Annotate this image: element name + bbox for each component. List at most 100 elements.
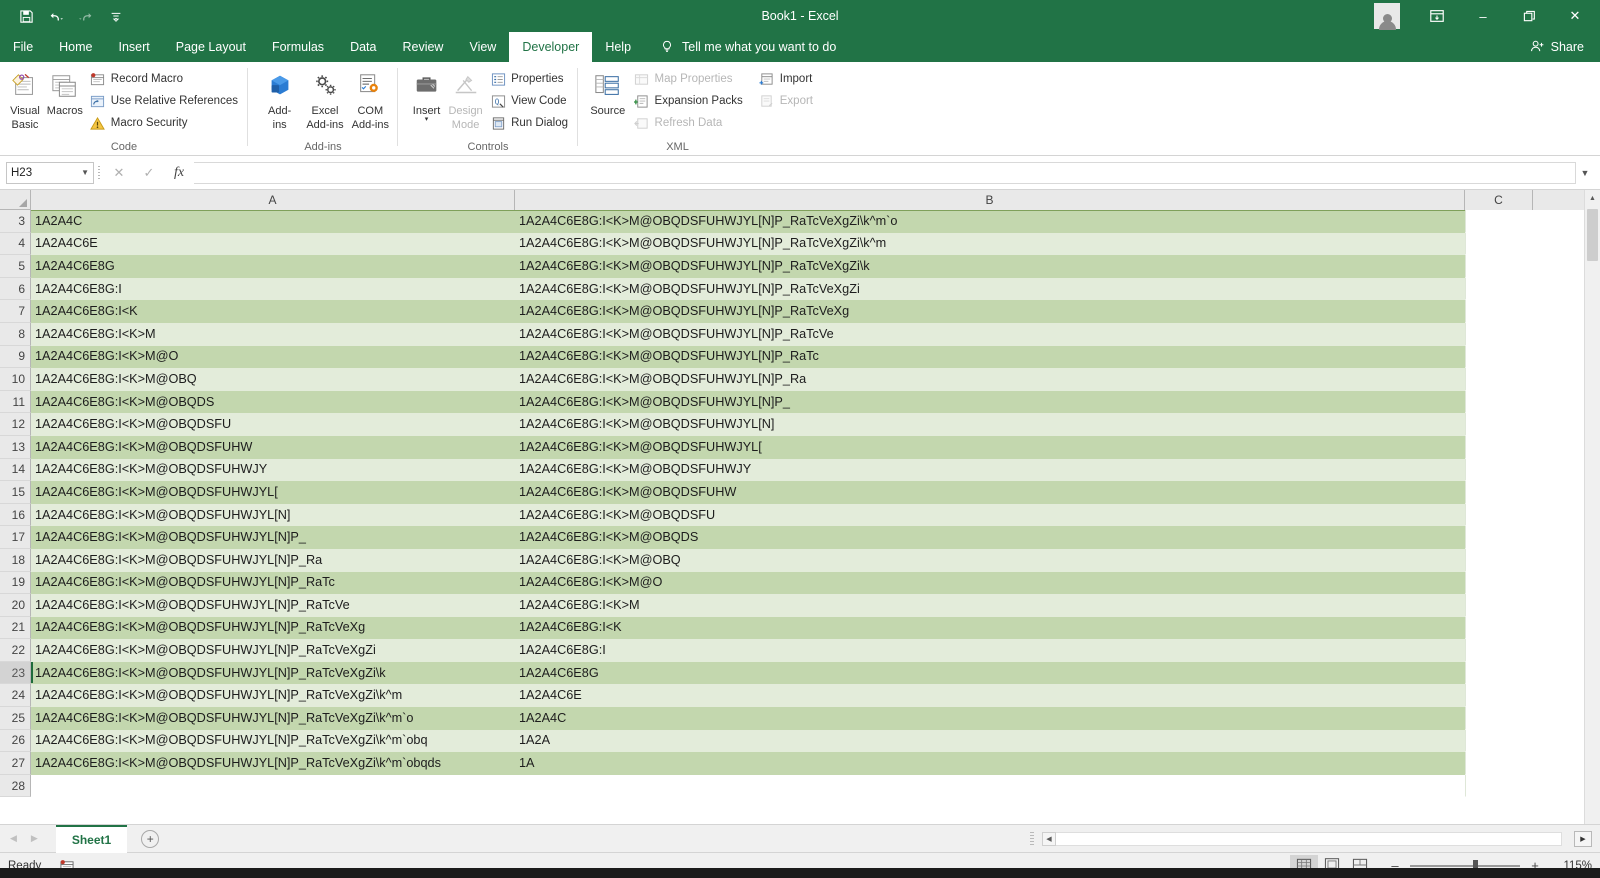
cell-c24[interactable] (1465, 684, 1533, 708)
cell-b18[interactable]: 1A2A4C6E8G:I<K>M@OBQ (515, 548, 1465, 572)
cell-a3[interactable]: 1A2A4C (31, 210, 515, 233)
cell-b28[interactable] (515, 774, 1465, 798)
row-header[interactable]: 28 (0, 774, 31, 798)
cell-b11[interactable]: 1A2A4C6E8G:I<K>M@OBQDSFUHWJYL[N]P_ (515, 390, 1465, 414)
insert-control-button[interactable]: Insert ▾ (408, 66, 445, 123)
cell-c28[interactable] (1465, 774, 1533, 798)
cell-a23[interactable]: 1A2A4C6E8G:I<K>M@OBQDSFUHWJYL[N]P_RaTcVe… (31, 661, 515, 685)
view-code-button[interactable]: Q View Code (486, 91, 572, 111)
row-header[interactable]: 8 (0, 322, 31, 346)
row-header[interactable]: 6 (0, 277, 31, 301)
cell-c14[interactable] (1465, 458, 1533, 482)
cell-a18[interactable]: 1A2A4C6E8G:I<K>M@OBQDSFUHWJYL[N]P_Ra (31, 548, 515, 572)
cell-a12[interactable]: 1A2A4C6E8G:I<K>M@OBQDSFU (31, 413, 515, 436)
cell-b15[interactable]: 1A2A4C6E8G:I<K>M@OBQDSFUHW (515, 481, 1465, 504)
cell-b26[interactable]: 1A2A (515, 729, 1465, 753)
cell-b17[interactable]: 1A2A4C6E8G:I<K>M@OBQDS (515, 526, 1465, 549)
row-header[interactable]: 12 (0, 413, 31, 436)
cell-c13[interactable] (1465, 435, 1533, 459)
avatar[interactable] (1374, 3, 1400, 30)
sheet-tab-sheet1[interactable]: Sheet1 (55, 824, 128, 853)
excel-add-ins-button[interactable]: Excel Add-ins (303, 66, 346, 131)
cell-c4[interactable] (1465, 232, 1533, 256)
cell-c23[interactable] (1465, 661, 1533, 685)
row-header[interactable]: 5 (0, 255, 31, 278)
run-dialog-button[interactable]: Run Dialog (486, 113, 572, 133)
cell-a26[interactable]: 1A2A4C6E8G:I<K>M@OBQDSFUHWJYL[N]P_RaTcVe… (31, 729, 515, 753)
cell-c6[interactable] (1465, 277, 1533, 301)
row-header[interactable]: 27 (0, 752, 31, 775)
row-header[interactable]: 18 (0, 548, 31, 572)
formula-input[interactable] (194, 161, 1576, 184)
expand-formula-bar-icon[interactable]: ▼ (1576, 162, 1594, 184)
cell-c21[interactable] (1465, 616, 1533, 640)
tab-file[interactable]: File (0, 32, 47, 62)
cell-b5[interactable]: 1A2A4C6E8G:I<K>M@OBQDSFUHWJYL[N]P_RaTcVe… (515, 255, 1465, 278)
cell-c15[interactable] (1465, 481, 1533, 504)
tab-view[interactable]: View (456, 32, 509, 62)
cell-c19[interactable] (1465, 571, 1533, 595)
vertical-scroll-thumb[interactable] (1587, 209, 1598, 261)
cell-b7[interactable]: 1A2A4C6E8G:I<K>M@OBQDSFUHWJYL[N]P_RaTcVe… (515, 300, 1465, 323)
row-header[interactable]: 16 (0, 503, 31, 527)
xml-source-button[interactable]: Source (588, 66, 628, 117)
row-header[interactable]: 23 (0, 661, 31, 685)
row-header[interactable]: 7 (0, 300, 31, 323)
cell-a10[interactable]: 1A2A4C6E8G:I<K>M@OBQ (31, 368, 515, 391)
row-header[interactable]: 10 (0, 368, 31, 391)
cell-c18[interactable] (1465, 548, 1533, 572)
com-add-ins-button[interactable]: COM Add-ins (349, 66, 392, 131)
row-header[interactable]: 3 (0, 210, 31, 233)
cell-c5[interactable] (1465, 255, 1533, 278)
ribbon-display-options-icon[interactable] (1414, 0, 1460, 32)
tab-review[interactable]: Review (389, 32, 456, 62)
vertical-scrollbar[interactable]: ▲ (1584, 190, 1600, 824)
cell-c10[interactable] (1465, 368, 1533, 391)
horizontal-scrollbar[interactable]: ◀ (1042, 831, 1562, 846)
cell-a28[interactable] (31, 774, 515, 798)
cell-c16[interactable] (1465, 503, 1533, 527)
cell-b14[interactable]: 1A2A4C6E8G:I<K>M@OBQDSFUHWJY (515, 458, 1465, 482)
cell-a14[interactable]: 1A2A4C6E8G:I<K>M@OBQDSFUHWJY (31, 458, 515, 482)
cell-a5[interactable]: 1A2A4C6E8G (31, 255, 515, 278)
cell-a20[interactable]: 1A2A4C6E8G:I<K>M@OBQDSFUHWJYL[N]P_RaTcVe (31, 594, 515, 617)
column-header-c[interactable]: C (1465, 190, 1533, 210)
cell-a7[interactable]: 1A2A4C6E8G:I<K (31, 300, 515, 323)
cell-a22[interactable]: 1A2A4C6E8G:I<K>M@OBQDSFUHWJYL[N]P_RaTcVe… (31, 639, 515, 662)
prev-sheet-icon[interactable]: ◀ (10, 833, 17, 844)
cell-b6[interactable]: 1A2A4C6E8G:I<K>M@OBQDSFUHWJYL[N]P_RaTcVe… (515, 277, 1465, 301)
cell-a27[interactable]: 1A2A4C6E8G:I<K>M@OBQDSFUHWJYL[N]P_RaTcVe… (31, 752, 515, 775)
cancel-icon[interactable]: ✕ (104, 162, 134, 184)
use-relative-references-button[interactable]: Use Relative References (86, 91, 242, 111)
scroll-right-icon[interactable]: ▶ (1574, 830, 1592, 847)
row-header[interactable]: 22 (0, 639, 31, 662)
row-header[interactable]: 21 (0, 616, 31, 640)
row-header[interactable]: 11 (0, 390, 31, 414)
zoom-slider[interactable] (1410, 859, 1520, 872)
undo-icon[interactable] (42, 4, 70, 28)
record-macro-button[interactable]: Record Macro (86, 69, 242, 89)
cell-b25[interactable]: 1A2A4C (515, 707, 1465, 730)
tell-me-box[interactable]: Tell me what you want to do (644, 32, 836, 62)
row-header[interactable]: 25 (0, 707, 31, 730)
select-all-corner[interactable] (0, 190, 31, 209)
cell-c27[interactable] (1465, 752, 1533, 775)
close-button[interactable]: ✕ (1552, 0, 1598, 32)
properties-button[interactable]: Properties (486, 69, 572, 89)
tab-developer[interactable]: Developer (509, 32, 593, 62)
row-header[interactable]: 26 (0, 729, 31, 753)
row-header[interactable]: 4 (0, 232, 31, 256)
cell-a15[interactable]: 1A2A4C6E8G:I<K>M@OBQDSFUHWJYL[ (31, 481, 515, 504)
tab-page-layout[interactable]: Page Layout (163, 32, 259, 62)
cell-b23[interactable]: 1A2A4C6E8G (515, 661, 1465, 685)
tab-data[interactable]: Data (337, 32, 389, 62)
restore-button[interactable] (1506, 0, 1552, 32)
horizontal-scroll-track[interactable] (1056, 831, 1562, 846)
cell-a17[interactable]: 1A2A4C6E8G:I<K>M@OBQDSFUHWJYL[N]P_ (31, 526, 515, 549)
cell-c26[interactable] (1465, 729, 1533, 753)
cell-b21[interactable]: 1A2A4C6E8G:I<K (515, 616, 1465, 640)
macro-security-button[interactable]: Macro Security (86, 113, 242, 133)
cell-a6[interactable]: 1A2A4C6E8G:I (31, 277, 515, 301)
redo-icon[interactable] (72, 4, 100, 28)
tab-help[interactable]: Help (592, 32, 644, 62)
